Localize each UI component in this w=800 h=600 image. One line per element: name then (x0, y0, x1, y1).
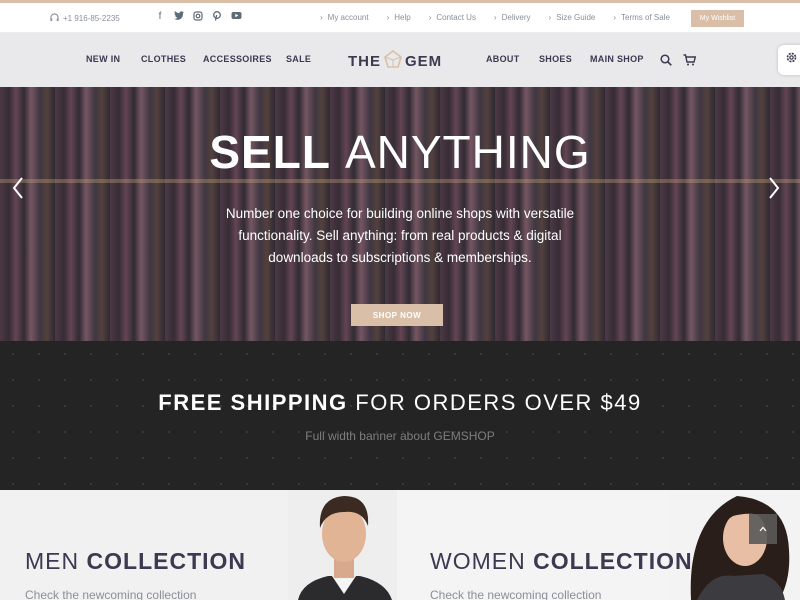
women-collection-title: WOMEN COLLECTION (430, 548, 693, 575)
men-collection-subtitle: Check the newcoming collection (25, 588, 197, 600)
phone-number: +1 916-85-2235 (63, 14, 120, 23)
men-model-image (288, 490, 400, 600)
slider-prev-arrow[interactable] (12, 175, 24, 206)
nav-shoes[interactable]: SHOES (539, 54, 572, 64)
hero-title-light: ANYTHING (344, 126, 591, 178)
women-model-image (667, 490, 800, 600)
nav-about[interactable]: ABOUT (486, 54, 520, 64)
women-collection[interactable]: WOMEN COLLECTION Check the newcoming col… (397, 490, 800, 600)
link-size-guide[interactable]: Size Guide (549, 13, 595, 22)
nav-accessoires[interactable]: ACCESSOIRES (203, 54, 272, 64)
link-my-account[interactable]: My account (320, 13, 369, 22)
men-collection[interactable]: MEN COLLECTION Check the newcoming colle… (0, 490, 400, 600)
shipping-title: FREE SHIPPING FOR ORDERS OVER $49 (0, 390, 800, 416)
scroll-to-top-button[interactable] (749, 514, 777, 544)
gem-logo-icon (381, 50, 405, 72)
instagram-icon[interactable] (193, 11, 203, 24)
men-title-light: MEN (25, 548, 80, 574)
clothes-rail (0, 179, 800, 183)
cart-icon[interactable] (683, 53, 697, 71)
men-title-bold: COLLECTION (86, 548, 247, 574)
youtube-icon[interactable] (231, 11, 242, 24)
women-collection-subtitle: Check the newcoming collection (430, 588, 602, 600)
hero-title-bold: SELL (209, 126, 331, 178)
site-logo[interactable]: THE GEM (348, 50, 442, 72)
link-terms-of-sale[interactable]: Terms of Sale (613, 13, 670, 22)
logo-text-the: THE (348, 52, 381, 70)
women-title-light: WOMEN (430, 548, 526, 574)
logo-text-gem: GEM (405, 52, 443, 70)
shipping-subtitle: Full width banner about GEMSHOP (305, 429, 495, 443)
phone-contact[interactable]: +1 916-85-2235 (50, 13, 120, 24)
wishlist-button[interactable]: My Wishlist (691, 10, 744, 27)
hero-slider: SELL ANYTHING Number one choice for build… (0, 87, 800, 341)
pinterest-icon[interactable] (212, 11, 222, 24)
search-icon[interactable] (660, 53, 672, 71)
hero-subtitle: Number one choice for building online sh… (225, 206, 575, 265)
headphones-icon (50, 13, 59, 24)
gear-icon (785, 51, 798, 69)
nav-main-shop[interactable]: MAIN SHOP (590, 54, 644, 64)
nav-sale[interactable]: SALE (286, 54, 311, 64)
top-bar: +1 916-85-2235 f My account Help Contact… (0, 0, 800, 33)
utility-links: My account Help Contact Us Delivery Size… (320, 13, 670, 22)
hero-title: SELL ANYTHING (0, 125, 800, 179)
men-collection-title: MEN COLLECTION (25, 548, 246, 575)
slider-next-arrow[interactable] (768, 175, 780, 206)
social-links: f (155, 11, 242, 24)
women-title-bold: COLLECTION (533, 548, 693, 574)
settings-gear-tab[interactable] (778, 45, 800, 75)
main-navigation: NEW IN CLOTHES ACCESSOIRES SALE THE GEM … (0, 33, 800, 87)
shipping-title-light: FOR ORDERS OVER $49 (355, 390, 642, 415)
shipping-title-bold: FREE SHIPPING (158, 390, 348, 415)
twitter-icon[interactable] (174, 11, 184, 24)
link-contact-us[interactable]: Contact Us (429, 13, 476, 22)
nav-clothes[interactable]: CLOTHES (141, 54, 186, 64)
nav-new-in[interactable]: NEW IN (86, 54, 120, 64)
chevron-up-icon (759, 524, 767, 535)
free-shipping-banner: FREE SHIPPING FOR ORDERS OVER $49 Full w… (0, 341, 800, 490)
link-help[interactable]: Help (387, 13, 410, 22)
shop-now-button[interactable]: SHOP NOW (351, 304, 443, 326)
link-delivery[interactable]: Delivery (494, 13, 531, 22)
facebook-icon[interactable]: f (155, 11, 165, 24)
